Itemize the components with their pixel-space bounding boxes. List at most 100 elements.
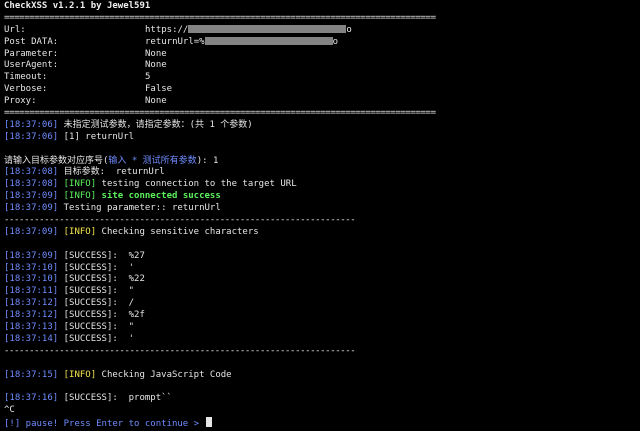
success-row: [18:37:14] [SUCCESS]: ' bbox=[4, 334, 636, 346]
log-line: [18:37:08] 目标参数: returnUrl bbox=[4, 167, 636, 179]
log-text: [SUCCESS]: prompt`` bbox=[58, 393, 172, 404]
log-text: Checking sensitive characters bbox=[96, 226, 259, 237]
separator-dash: ----------------------------------------… bbox=[4, 345, 356, 356]
log-text: Testing parameter:: returnUrl bbox=[58, 203, 221, 214]
timestamp: [18:37:10] bbox=[4, 274, 59, 285]
log-line: [18:37:09] [INFO] Checking sensitive cha… bbox=[4, 227, 636, 239]
timestamp: [18:37:12] bbox=[4, 298, 59, 309]
timestamp: [18:37:13] bbox=[4, 322, 59, 333]
info-tag: [INFO] bbox=[63, 191, 97, 202]
timestamp: [18:37:11] bbox=[4, 286, 59, 297]
timestamp: [18:37:08] bbox=[4, 167, 59, 178]
config-value: https:// bbox=[145, 24, 189, 35]
log-line: [18:37:09] Testing parameter:: returnUrl bbox=[4, 203, 636, 215]
timestamp: [18:37:12] bbox=[4, 310, 59, 321]
config-value: False bbox=[145, 84, 173, 95]
redaction bbox=[276, 24, 347, 33]
param-prompt: 请输入目标参数对应序号(输入 * 测试所有参数): 1 bbox=[4, 156, 636, 168]
separator-double: ========================================… bbox=[4, 12, 436, 23]
config-url: Url: https:// o bbox=[4, 24, 636, 37]
config-proxy: Proxy: None bbox=[4, 96, 636, 108]
redaction bbox=[282, 36, 333, 45]
ctrl-c-echo: ^C bbox=[4, 405, 15, 416]
log-text: testing connection to the target URL bbox=[96, 179, 297, 190]
timestamp: [18:37:09] bbox=[4, 191, 59, 202]
config-value: None bbox=[145, 96, 167, 107]
log-text: [SUCCESS]: %2f bbox=[58, 310, 145, 321]
log-text: [SUCCESS]: " bbox=[58, 286, 135, 297]
timestamp: [18:37:06] bbox=[4, 119, 59, 130]
timestamp: [18:37:10] bbox=[4, 262, 59, 273]
log-text: [SUCCESS]: ' bbox=[58, 262, 135, 273]
redaction bbox=[264, 36, 283, 45]
config-label: Url: bbox=[4, 24, 26, 35]
redaction bbox=[204, 36, 265, 45]
config-timeout: Timeout: 5 bbox=[4, 72, 636, 84]
prompt-suffix: ): 1 bbox=[196, 155, 219, 166]
log-line: [18:37:06] 未指定测试参数，请指定参数：(共 1 个参数) bbox=[4, 120, 636, 132]
success-row: [18:37:13] [SUCCESS]: " bbox=[4, 322, 636, 334]
prompt-hint: 输入 * 测试所有参数 bbox=[108, 155, 197, 166]
config-label: Proxy: bbox=[4, 96, 37, 107]
app-title: CheckXSS v1.2.1 by Jewel591 bbox=[4, 1, 151, 11]
config-label: UserAgent: bbox=[4, 60, 59, 71]
timestamp: [18:37:09] bbox=[4, 203, 59, 214]
log-text: [1] returnUrl bbox=[58, 131, 135, 142]
timestamp: [18:37:08] bbox=[4, 179, 59, 190]
config-value: None bbox=[145, 60, 167, 71]
log-text: 未指定测试参数，请指定参数：(共 1 个参数) bbox=[58, 119, 253, 130]
separator-double: ========================================… bbox=[4, 108, 436, 119]
success-list: [18:37:09] [SUCCESS]: %27 [18:37:10] [SU… bbox=[4, 251, 636, 346]
success-row: [18:37:12] [SUCCESS]: %2f bbox=[4, 310, 636, 322]
log-text: [SUCCESS]: %22 bbox=[58, 274, 145, 285]
config-verbose: Verbose: False bbox=[4, 84, 636, 96]
log-text: [SUCCESS]: ' bbox=[58, 333, 135, 344]
separator-dash: ----------------------------------------… bbox=[4, 215, 356, 226]
config-value: returnUrl=% bbox=[145, 36, 205, 47]
timestamp: [18:37:09] bbox=[4, 250, 59, 261]
log-line: [18:37:06] [1] returnUrl bbox=[4, 132, 636, 144]
log-line: [18:37:15] [INFO] Checking JavaScript Co… bbox=[4, 370, 636, 382]
config-post: Post DATA: returnUrl=% o bbox=[4, 36, 636, 49]
timestamp: [18:37:06] bbox=[4, 131, 59, 142]
config-value: o bbox=[332, 36, 339, 47]
info-tag: [INFO] bbox=[63, 369, 97, 380]
config-value: 5 bbox=[145, 72, 151, 83]
config-value: None bbox=[145, 48, 167, 59]
log-text: [SUCCESS]: / bbox=[58, 298, 135, 309]
config-label: Verbose: bbox=[4, 84, 48, 95]
log-line: [18:37:08] [INFO] testing connection to … bbox=[4, 179, 636, 191]
log-text: site connected success bbox=[96, 191, 221, 202]
log-text: 目标参数: returnUrl bbox=[58, 167, 165, 178]
redaction bbox=[258, 24, 277, 33]
log-text: [SUCCESS]: " bbox=[58, 322, 135, 333]
success-row: [18:37:12] [SUCCESS]: / bbox=[4, 298, 636, 310]
info-tag: [INFO] bbox=[63, 179, 97, 190]
log-line: [18:37:09] [INFO] site connected success bbox=[4, 191, 636, 203]
log-text: [SUCCESS]: %27 bbox=[58, 250, 145, 261]
config-label: Post DATA: bbox=[4, 36, 59, 47]
timestamp: [18:37:14] bbox=[4, 333, 59, 344]
success-row: [18:37:11] [SUCCESS]: " bbox=[4, 286, 636, 298]
prompt-prefix: 请输入目标参数对应序号( bbox=[4, 155, 109, 166]
timestamp: [18:37:09] bbox=[4, 226, 59, 237]
timestamp: [18:37:15] bbox=[4, 369, 59, 380]
cursor-icon bbox=[206, 417, 213, 428]
terminal-window[interactable]: CheckXSS v1.2.1 by Jewel591 ============… bbox=[0, 0, 640, 429]
redaction bbox=[188, 24, 259, 33]
success-row: [18:37:10] [SUCCESS]: ' bbox=[4, 263, 636, 275]
log-text: Checking JavaScript Code bbox=[96, 369, 232, 380]
pause-prompt[interactable]: [!] pause! Press Enter to continue > bbox=[4, 417, 636, 429]
timestamp: [18:37:16] bbox=[4, 393, 59, 404]
config-label: Parameter: bbox=[4, 48, 59, 59]
config-useragent: UserAgent: None bbox=[4, 60, 636, 72]
success-row: [18:37:09] [SUCCESS]: %27 bbox=[4, 251, 636, 263]
config-value: o bbox=[346, 24, 352, 35]
success-row: [18:37:10] [SUCCESS]: %22 bbox=[4, 274, 636, 286]
config-label: Timeout: bbox=[4, 72, 48, 83]
config-parameter: Parameter: None bbox=[4, 49, 636, 61]
info-tag: [INFO] bbox=[63, 226, 97, 237]
